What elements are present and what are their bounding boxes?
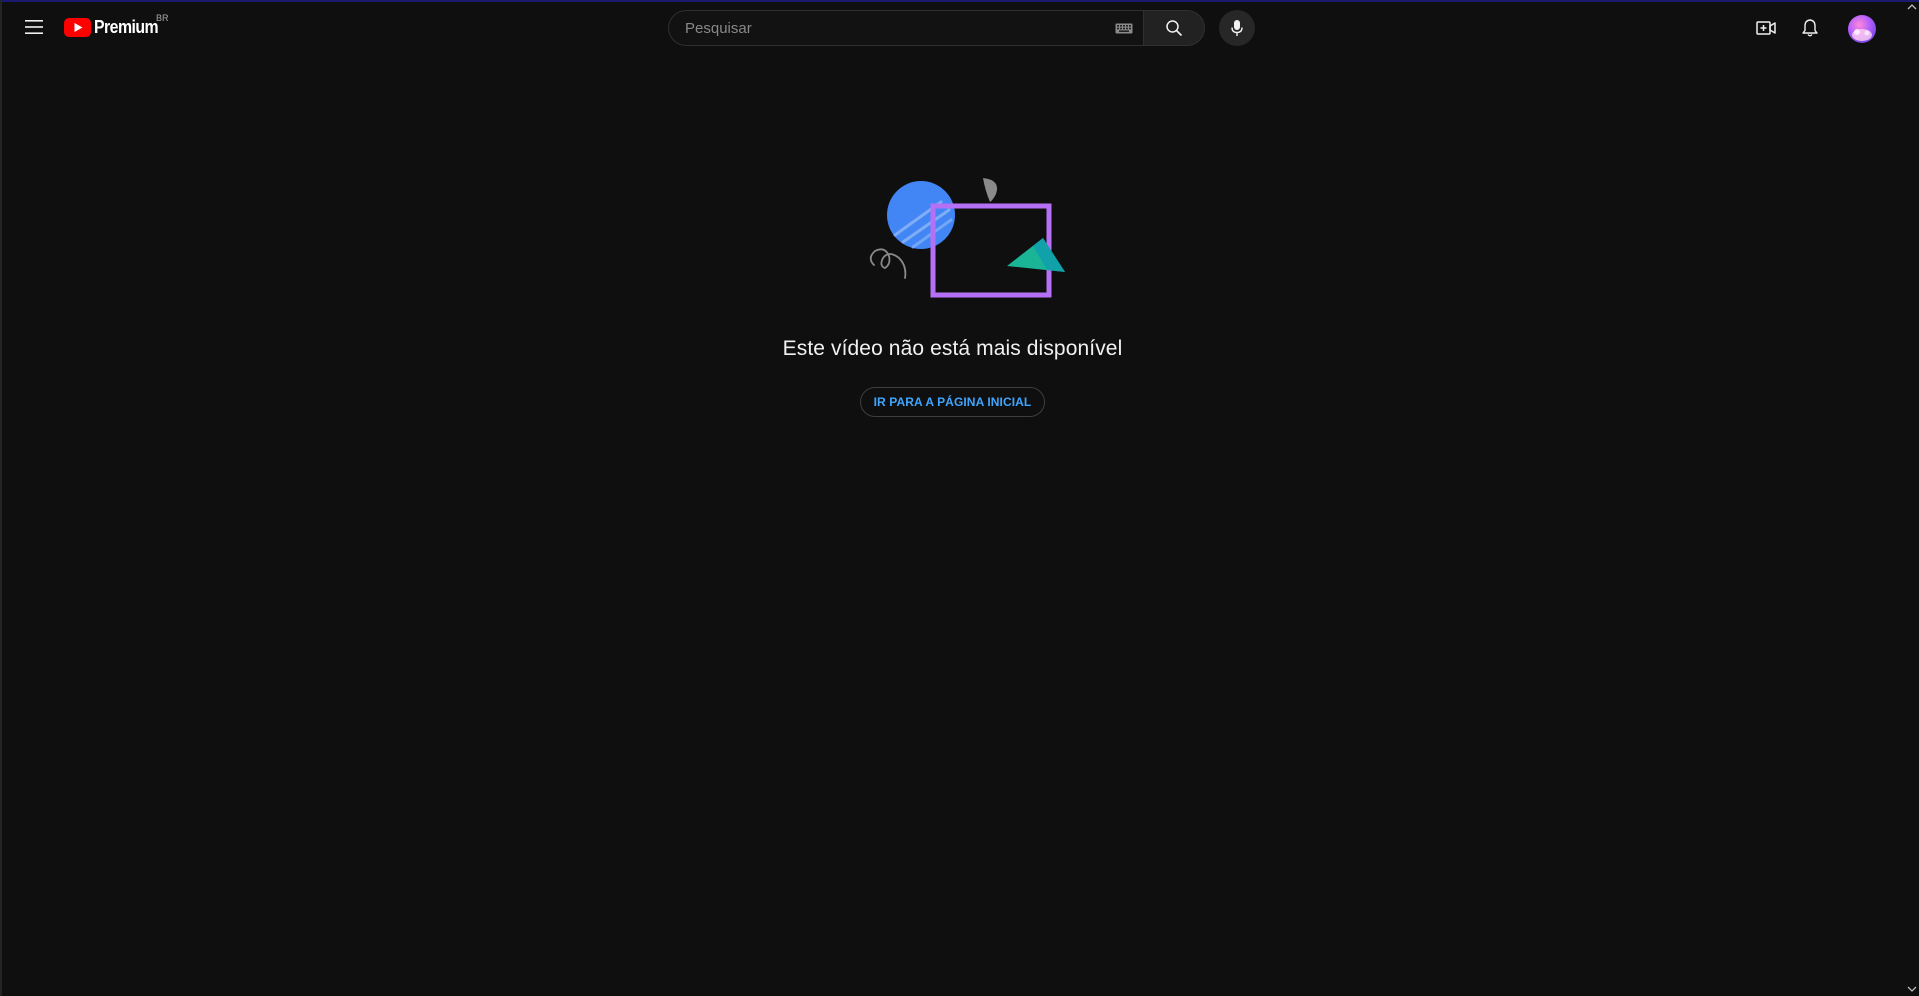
- create-video-icon[interactable]: [1750, 12, 1782, 44]
- logo-country-code: BR: [156, 13, 169, 23]
- go-to-home-button[interactable]: IR PARA A PÁGINA INICIAL: [859, 387, 1046, 417]
- logo-text: Premium: [94, 16, 159, 37]
- window-left-border: [0, 0, 2, 996]
- youtube-play-logo-icon: [64, 17, 91, 37]
- scrollbar-down-arrow-icon[interactable]: [1905, 982, 1919, 996]
- search-input[interactable]: [683, 18, 1109, 38]
- video-unavailable-illustration: [869, 178, 1065, 298]
- error-message: Este vídeo não está mais disponível: [782, 337, 1123, 360]
- hamburger-menu-icon[interactable]: [19, 12, 49, 42]
- search-icon: [1165, 19, 1183, 37]
- search-box: [668, 10, 1143, 46]
- keyboard-icon[interactable]: [1109, 16, 1139, 40]
- user-avatar[interactable]: [1848, 15, 1876, 43]
- scrollbar-up-arrow-icon[interactable]: [1905, 0, 1919, 14]
- voice-search-button[interactable]: [1219, 10, 1255, 46]
- microphone-icon: [1230, 19, 1244, 37]
- search-button[interactable]: [1143, 10, 1205, 46]
- app-window: Premium BR Pesquisar Este vídeo não está…: [0, 0, 1919, 996]
- search-bar: [668, 10, 1205, 46]
- bell-icon[interactable]: [1794, 12, 1826, 44]
- video-unavailable-panel: Este vídeo não está mais disponível IR P…: [0, 160, 1905, 417]
- masthead: Premium BR: [0, 2, 1919, 54]
- youtube-premium-logo[interactable]: Premium BR: [64, 13, 169, 40]
